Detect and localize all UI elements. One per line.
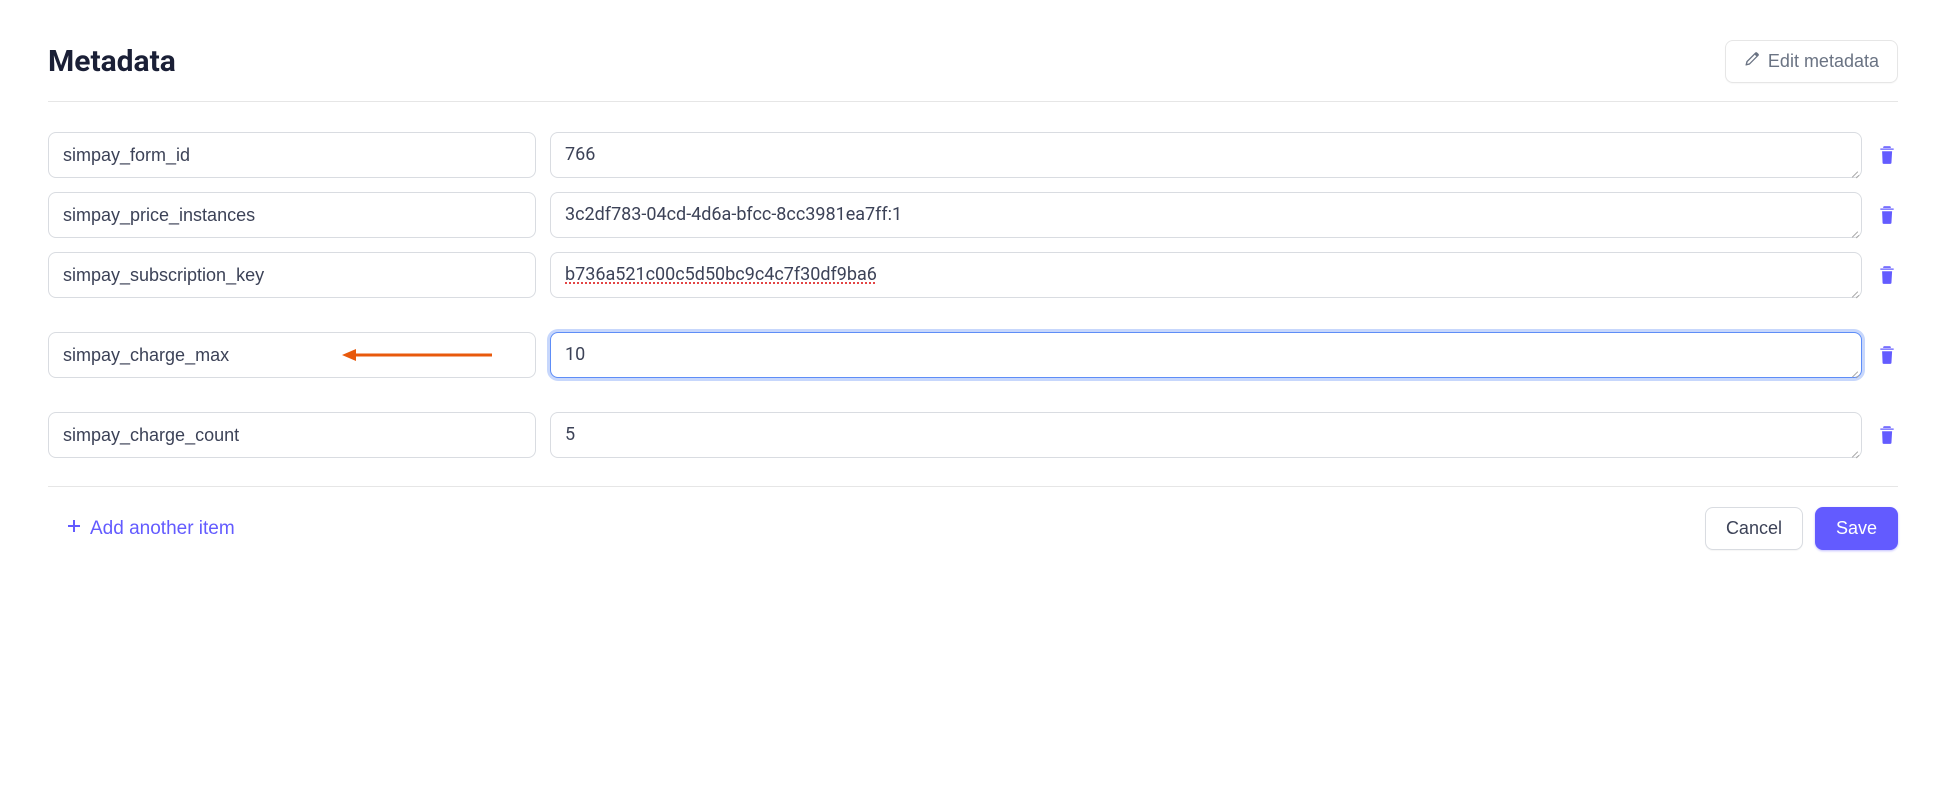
- metadata-key-input[interactable]: [48, 252, 536, 298]
- delete-row-button[interactable]: [1876, 264, 1898, 287]
- metadata-value-wrap: [550, 252, 1862, 298]
- metadata-value-input[interactable]: [550, 132, 1862, 178]
- trash-icon: [1878, 424, 1896, 447]
- metadata-value-wrap: [550, 192, 1862, 238]
- metadata-value-input[interactable]: [550, 332, 1862, 378]
- metadata-key-input[interactable]: [48, 332, 536, 378]
- metadata-value-input[interactable]: [550, 192, 1862, 238]
- delete-row-button[interactable]: [1876, 424, 1898, 447]
- metadata-value-wrap: [550, 412, 1862, 458]
- metadata-row: [48, 252, 1898, 298]
- metadata-row: [48, 332, 1898, 378]
- edit-metadata-label: Edit metadata: [1768, 51, 1879, 72]
- delete-row-button[interactable]: [1876, 204, 1898, 227]
- metadata-rows: [48, 132, 1898, 458]
- metadata-key-input[interactable]: [48, 412, 536, 458]
- panel-footer: Add another item Cancel Save: [48, 507, 1898, 550]
- trash-icon: [1878, 344, 1896, 367]
- edit-metadata-button[interactable]: Edit metadata: [1725, 40, 1898, 83]
- add-another-item-button[interactable]: Add another item: [48, 517, 241, 541]
- metadata-row: [48, 132, 1898, 178]
- metadata-key-input[interactable]: [48, 132, 536, 178]
- metadata-value-wrap: [550, 332, 1862, 378]
- metadata-panel: Metadata Edit metadata Add another item …: [0, 0, 1946, 590]
- metadata-value-wrap: [550, 132, 1862, 178]
- cancel-button[interactable]: Cancel: [1705, 507, 1803, 550]
- delete-row-button[interactable]: [1876, 144, 1898, 167]
- divider: [48, 486, 1898, 487]
- delete-row-button[interactable]: [1876, 344, 1898, 367]
- add-another-item-label: Add another item: [90, 518, 235, 540]
- metadata-row: [48, 192, 1898, 238]
- trash-icon: [1878, 264, 1896, 287]
- trash-icon: [1878, 144, 1896, 167]
- trash-icon: [1878, 204, 1896, 227]
- metadata-row: [48, 412, 1898, 458]
- footer-actions: Cancel Save: [1705, 507, 1898, 550]
- plus-icon: [66, 518, 82, 540]
- panel-header: Metadata Edit metadata: [48, 40, 1898, 102]
- metadata-key-input[interactable]: [48, 192, 536, 238]
- metadata-value-input[interactable]: [550, 412, 1862, 458]
- pencil-icon: [1744, 51, 1760, 72]
- metadata-value-input[interactable]: [550, 252, 1862, 298]
- panel-title: Metadata: [48, 44, 176, 79]
- save-button[interactable]: Save: [1815, 507, 1898, 550]
